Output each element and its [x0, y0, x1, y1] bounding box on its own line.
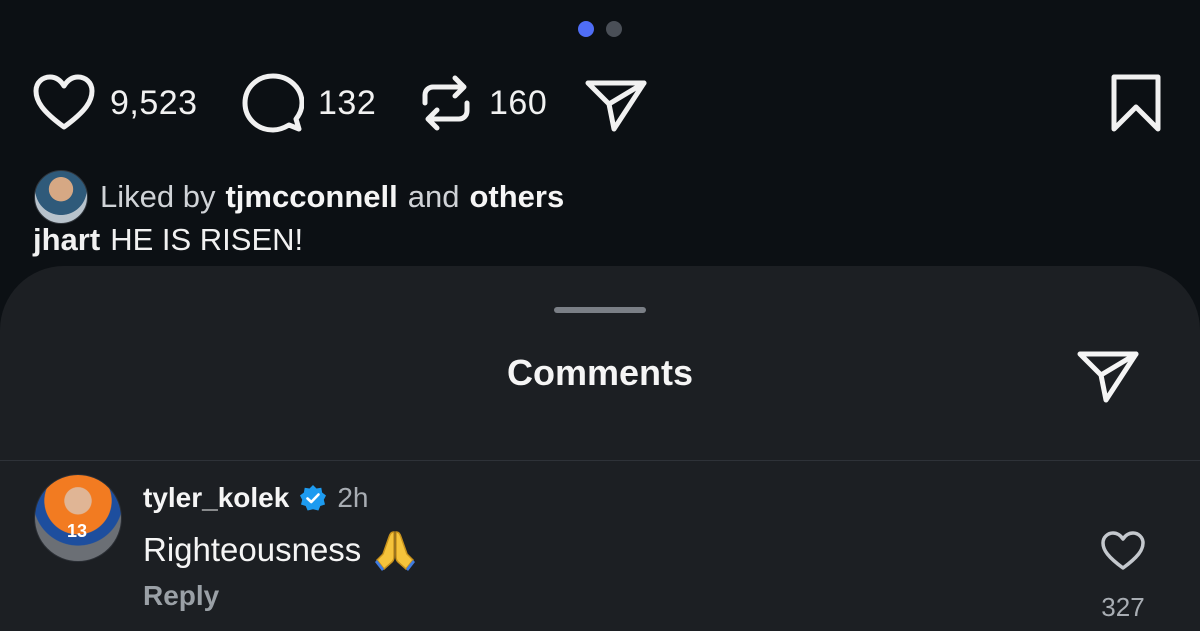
liked-by-conjunction: and	[407, 179, 460, 214]
reposts-count: 160	[489, 83, 548, 122]
comment-icon[interactable]	[242, 72, 304, 134]
commenter-avatar[interactable]: 13	[34, 474, 122, 562]
sheet-share-button[interactable]	[1076, 344, 1140, 409]
heart-icon[interactable]	[1100, 530, 1146, 572]
repost-action[interactable]: 160	[417, 68, 547, 138]
repost-icon[interactable]	[417, 73, 475, 133]
verified-badge-icon	[300, 485, 327, 511]
bookmark-action[interactable]	[1110, 68, 1162, 138]
sheet-drag-handle[interactable]	[554, 307, 646, 313]
post-actions: 9,523 132 160	[32, 68, 1162, 138]
comment-time: 2h	[337, 482, 369, 513]
comment-action[interactable]: 132	[242, 68, 376, 138]
comment-body: Righteousness	[143, 528, 417, 572]
liked-by-user[interactable]: tjmcconnell	[225, 179, 397, 215]
heart-icon[interactable]	[32, 73, 96, 133]
comment-username[interactable]: tyler_kolek	[143, 482, 289, 514]
sheet-title: Comments	[506, 352, 694, 393]
carousel-dot[interactable]	[606, 21, 622, 37]
share-icon[interactable]	[584, 73, 648, 133]
liked-by-prefix: Liked by	[100, 179, 216, 214]
reply-button[interactable]: Reply	[143, 580, 219, 612]
liked-by-others[interactable]: others	[469, 179, 564, 215]
carousel-dots	[578, 21, 622, 37]
likes-count: 9,523	[110, 83, 198, 122]
comment-header: tyler_kolek 2h	[143, 482, 368, 514]
comment-likes-count: 327	[1101, 592, 1145, 622]
folded-hands-icon	[375, 531, 416, 571]
liker-avatar[interactable]	[34, 170, 88, 224]
share-icon[interactable]	[1076, 344, 1140, 404]
comment-text: Righteousness	[143, 531, 362, 568]
like-action[interactable]: 9,523	[32, 68, 198, 138]
comment-item: 13 tyler_kolek 2h Righteousness Reply 32…	[0, 474, 1200, 631]
caption-username[interactable]: jhart	[33, 222, 100, 257]
share-action[interactable]	[584, 68, 648, 138]
sheet-divider	[0, 460, 1200, 461]
carousel-dot-active[interactable]	[578, 21, 594, 37]
comments-sheet: Comments 13 tyler_kolek 2h Righteousness	[0, 266, 1200, 631]
liked-by: Liked by tjmcconnell and others	[34, 170, 574, 224]
comments-count: 132	[318, 83, 377, 122]
post-caption: jhart HE IS RISEN!	[33, 222, 303, 258]
bookmark-icon[interactable]	[1110, 73, 1162, 133]
caption-text: HE IS RISEN!	[110, 222, 304, 257]
comment-like-button[interactable]	[1100, 530, 1146, 577]
